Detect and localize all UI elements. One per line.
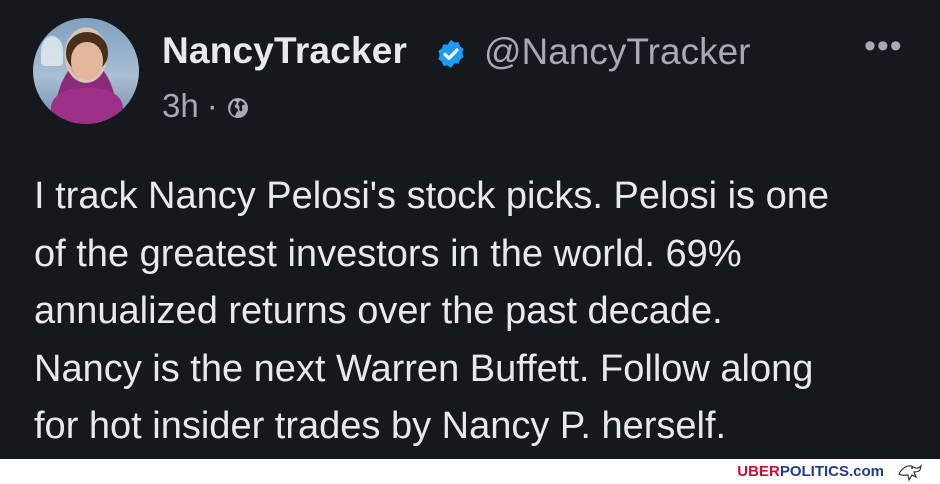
brand-watermark: UBERPOLITICS.com bbox=[737, 463, 884, 480]
brand-uber: UBER bbox=[737, 463, 780, 480]
avatar-face bbox=[71, 42, 103, 80]
avatar-body bbox=[51, 88, 123, 124]
display-name[interactable]: NancyTracker bbox=[162, 30, 407, 72]
user-handle[interactable]: @NancyTracker bbox=[484, 31, 750, 73]
watermark-footer: UBERPOLITICS.com bbox=[0, 459, 940, 484]
meta-separator: · bbox=[206, 87, 218, 124]
more-options-icon[interactable]: ••• bbox=[864, 29, 903, 63]
globe-icon bbox=[227, 98, 248, 118]
verified-badge-icon bbox=[438, 40, 464, 68]
brand-politics: POLITICS.com bbox=[779, 463, 884, 480]
eagle-logo-icon bbox=[898, 464, 922, 482]
tweet-meta: 3h · bbox=[162, 87, 250, 125]
capitol-dome-background bbox=[41, 36, 63, 66]
tweet-text: I track Nancy Pelosi's stock picks. Pelo… bbox=[34, 175, 829, 447]
avatar[interactable] bbox=[33, 18, 139, 124]
timestamp[interactable]: 3h bbox=[162, 87, 199, 125]
tweet-card: NancyTracker @NancyTracker ••• 3h · I tr… bbox=[0, 0, 940, 459]
